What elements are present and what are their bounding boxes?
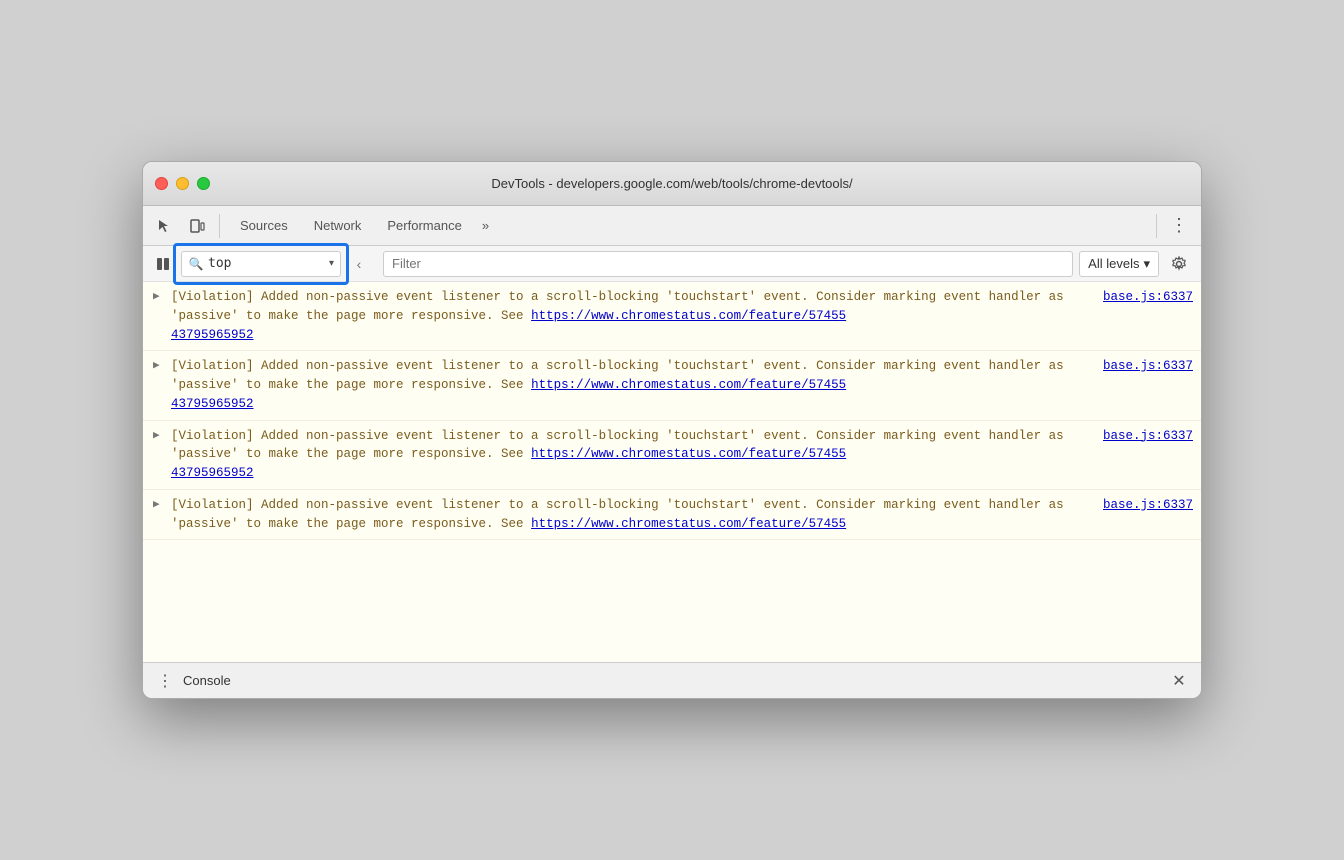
console-toolbar: 🔍 top ▾ ‹ All levels ▾: [143, 246, 1201, 282]
entry-text: [Violation] Added non-passive event list…: [171, 357, 1095, 413]
entry-link-inline[interactable]: https://www.chromestatus.com/feature/574…: [531, 378, 846, 392]
entry-source-link[interactable]: base.js:6337: [1103, 357, 1193, 413]
close-button[interactable]: [155, 177, 168, 190]
context-value: top: [208, 256, 325, 271]
entry-source-link[interactable]: base.js:6337: [1103, 427, 1193, 483]
console-entry: ▶ [Violation] Added non-passive event li…: [143, 282, 1201, 351]
entry-link-inline-2[interactable]: 43795965952: [171, 466, 254, 480]
maximize-button[interactable]: [197, 177, 210, 190]
dropdown-arrow-icon: ▾: [329, 258, 334, 269]
execute-button[interactable]: [151, 252, 175, 276]
bottombar-title: Console: [183, 673, 1161, 688]
gear-icon: [1171, 256, 1187, 272]
entry-expand-arrow[interactable]: ▶: [153, 428, 160, 445]
context-selector-wrapper: 🔍 top ▾ ‹: [181, 251, 341, 277]
entry-link-inline[interactable]: https://www.chromestatus.com/feature/574…: [531, 517, 846, 531]
entry-expand-arrow[interactable]: ▶: [153, 358, 160, 375]
navigate-left-icon[interactable]: ‹: [349, 254, 369, 274]
context-selector[interactable]: 🔍 top ▾: [181, 251, 341, 277]
toolbar-separator-2: [1156, 214, 1157, 238]
entry-link-inline-2[interactable]: 43795965952: [171, 328, 254, 342]
tab-more-button[interactable]: »: [476, 214, 495, 237]
entry-expand-arrow[interactable]: ▶: [153, 289, 160, 306]
console-entry: ▶ [Violation] Added non-passive event li…: [143, 490, 1201, 541]
filter-input-wrapper: [383, 251, 1073, 277]
entry-expand-arrow[interactable]: ▶: [153, 497, 160, 514]
filter-input[interactable]: [392, 256, 1064, 271]
device-icon: [189, 218, 205, 234]
tab-sources[interactable]: Sources: [228, 214, 300, 237]
entry-link-inline[interactable]: https://www.chromestatus.com/feature/574…: [531, 447, 846, 461]
devtools-main-toolbar: Sources Network Performance » ⋮: [143, 206, 1201, 246]
console-entry: ▶ [Violation] Added non-passive event li…: [143, 421, 1201, 490]
search-icon: 🔍: [188, 256, 204, 272]
console-bottombar: ⋮ Console ✕: [143, 662, 1201, 698]
window-title: DevTools - developers.google.com/web/too…: [491, 176, 852, 191]
device-toolbar-button[interactable]: [183, 212, 211, 240]
entry-source-link[interactable]: base.js:6337: [1103, 288, 1193, 344]
log-levels-dropdown[interactable]: All levels ▾: [1079, 251, 1159, 277]
tab-network[interactable]: Network: [302, 214, 374, 237]
console-settings-button[interactable]: [1165, 250, 1193, 278]
levels-label: All levels: [1088, 256, 1139, 271]
cursor-icon: [157, 218, 173, 234]
toolbar-tabs: Sources Network Performance »: [228, 214, 1148, 237]
levels-arrow-icon: ▾: [1143, 256, 1150, 272]
entry-source-link[interactable]: base.js:6337: [1103, 496, 1193, 534]
bottombar-menu-button[interactable]: ⋮: [155, 671, 175, 691]
entry-text: [Violation] Added non-passive event list…: [171, 427, 1095, 483]
entry-link-inline-2[interactable]: 43795965952: [171, 397, 254, 411]
console-output: ▶ [Violation] Added non-passive event li…: [143, 282, 1201, 662]
devtools-window: DevTools - developers.google.com/web/too…: [142, 161, 1202, 699]
entry-link-inline[interactable]: https://www.chromestatus.com/feature/574…: [531, 309, 846, 323]
entry-text: [Violation] Added non-passive event list…: [171, 288, 1095, 344]
devtools-menu-button[interactable]: ⋮: [1165, 212, 1193, 240]
bottombar-close-button[interactable]: ✕: [1169, 671, 1189, 691]
minimize-button[interactable]: [176, 177, 189, 190]
inspect-element-button[interactable]: [151, 212, 179, 240]
play-icon: [156, 257, 170, 271]
toolbar-separator: [219, 214, 220, 238]
titlebar: DevTools - developers.google.com/web/too…: [143, 162, 1201, 206]
tab-performance[interactable]: Performance: [375, 214, 473, 237]
console-entry: ▶ [Violation] Added non-passive event li…: [143, 351, 1201, 420]
traffic-lights: [155, 177, 210, 190]
entry-text: [Violation] Added non-passive event list…: [171, 496, 1095, 534]
